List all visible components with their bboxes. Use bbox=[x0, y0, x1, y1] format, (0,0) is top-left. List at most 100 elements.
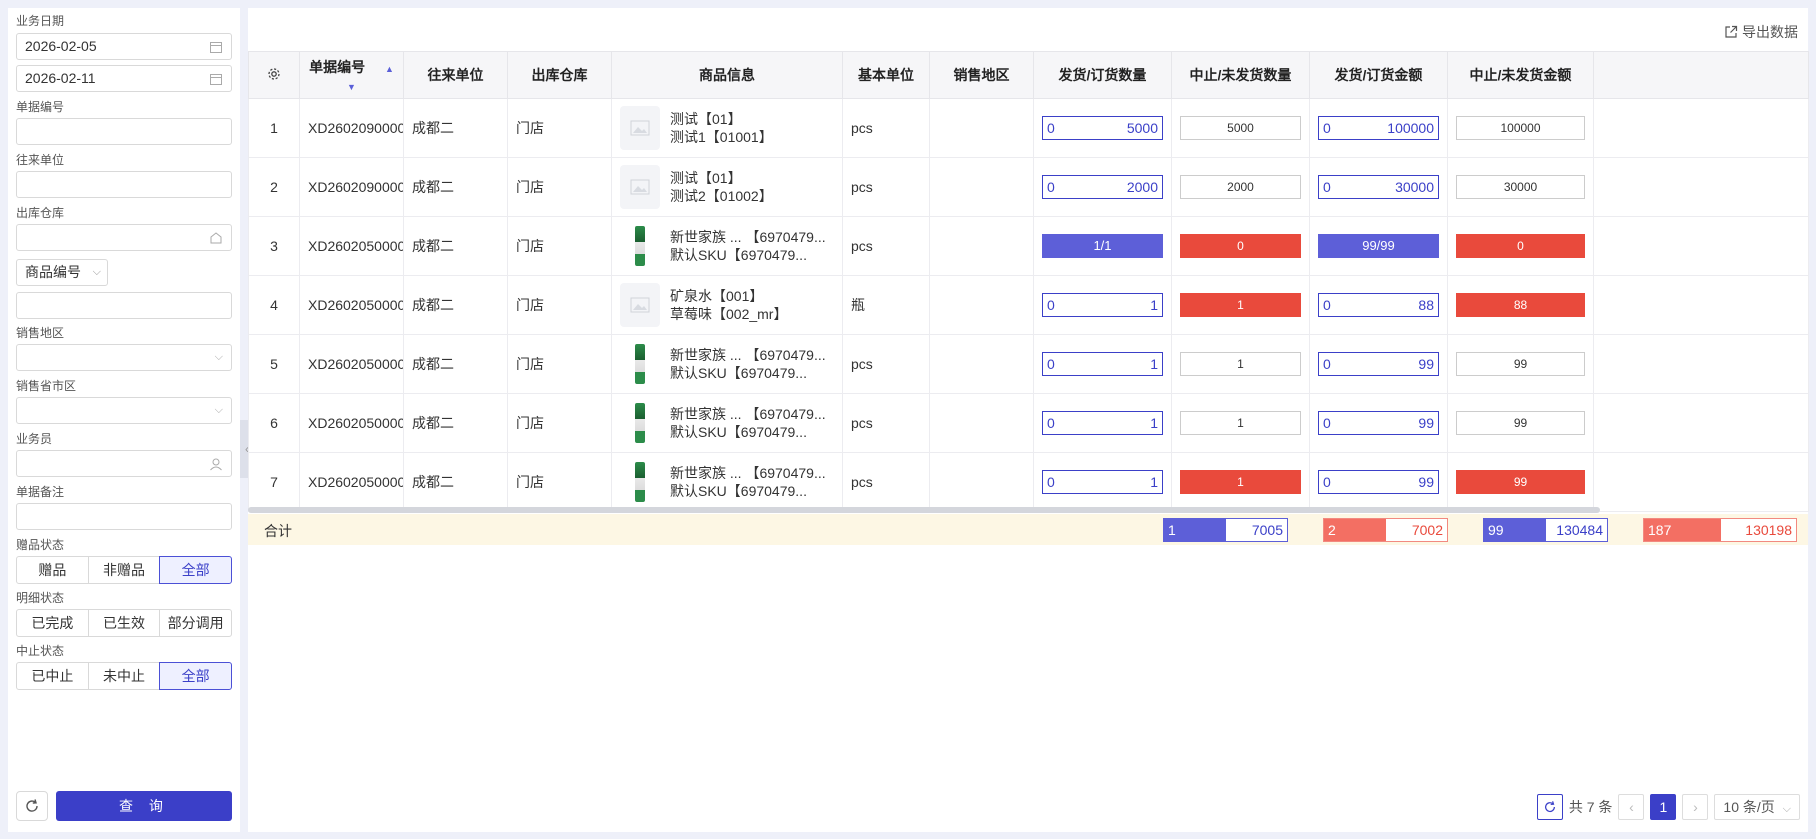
ship-qty-input[interactable]: 01 bbox=[1042, 411, 1163, 435]
product-cell: 测试【01】 测试2【01002】 bbox=[611, 157, 843, 217]
stop-amt-value: 100000 bbox=[1456, 116, 1585, 140]
stop-amt-value: 30000 bbox=[1456, 175, 1585, 199]
gift-option-all[interactable]: 全部 bbox=[159, 556, 233, 584]
shipped-amt: 0 bbox=[1323, 120, 1331, 136]
ship-amt-input[interactable]: 0 99 bbox=[1318, 411, 1439, 435]
query-button[interactable]: 查 询 bbox=[56, 791, 232, 821]
product-name: 新世家族 ... 【6970479... bbox=[670, 347, 826, 363]
ordered-qty: 1 bbox=[1150, 415, 1158, 431]
product-sku: 测试1【01001】 bbox=[670, 129, 773, 145]
ship-qty-input[interactable]: 01 bbox=[1042, 470, 1163, 494]
stop-option-notstopped[interactable]: 未中止 bbox=[87, 662, 161, 690]
total-shipped-amt: 99 bbox=[1484, 519, 1546, 541]
region-label: 销售地区 bbox=[16, 326, 65, 340]
image-placeholder-icon bbox=[620, 106, 660, 150]
detail-option-partial[interactable]: 部分调用 bbox=[159, 609, 233, 637]
gift-option-gift[interactable]: 赠品 bbox=[16, 556, 89, 584]
date-end-input[interactable]: 2026-02-11 bbox=[16, 65, 232, 92]
gift-option-nongift[interactable]: 非赠品 bbox=[87, 556, 161, 584]
page-button-current[interactable]: 1 bbox=[1650, 794, 1677, 820]
total-unshipped-amt: 130198 bbox=[1721, 519, 1796, 541]
col-ship-amt: 发货/订货金额 bbox=[1309, 51, 1448, 99]
stop-option-all[interactable]: 全部 bbox=[159, 662, 233, 690]
col-unit: 基本单位 bbox=[842, 51, 930, 99]
salesman-input[interactable] bbox=[16, 450, 232, 477]
partner-cell: 成都二 bbox=[403, 98, 508, 158]
region-cell bbox=[929, 98, 1034, 158]
ship-amt-input[interactable]: 0 99 bbox=[1318, 470, 1439, 494]
gear-icon bbox=[268, 67, 280, 80]
province-label: 销售省市区 bbox=[16, 379, 77, 393]
ship-amt-input[interactable]: 0 88 bbox=[1318, 293, 1439, 317]
stop-amt-value: 99 bbox=[1456, 411, 1585, 435]
partner-input[interactable] bbox=[16, 171, 232, 198]
ship-qty-input[interactable]: 01 bbox=[1042, 293, 1163, 317]
product-cell: 新世家族 ... 【6970479... 默认SKU【6970479... bbox=[611, 452, 843, 512]
stop-qty-value: 1 bbox=[1180, 470, 1301, 494]
ship-amt-input[interactable]: 0 30000 bbox=[1318, 175, 1439, 199]
totals-label: 合计 bbox=[264, 523, 292, 539]
partner-cell: 成都二 bbox=[403, 393, 508, 453]
export-button[interactable]: 导出数据 bbox=[1724, 22, 1798, 42]
more-cell bbox=[1593, 98, 1809, 158]
ship-amt-cell: 0 99 bbox=[1309, 393, 1448, 453]
table-row: 7 XD26020500001 成都二 门店 新世家族 ... 【6970479… bbox=[248, 452, 1809, 512]
product-image bbox=[635, 462, 645, 502]
stop-amt-cell: 99 bbox=[1447, 393, 1594, 453]
prev-page-button[interactable]: ‹ bbox=[1618, 794, 1645, 820]
shipped-qty: 0 bbox=[1047, 297, 1055, 313]
chevron-down-icon: ⌵ bbox=[214, 404, 223, 416]
ordered-qty: 1 bbox=[1150, 356, 1158, 372]
doc-no-link[interactable]: XD26020500003 bbox=[299, 334, 404, 394]
date-end-value: 2026-02-11 bbox=[25, 70, 96, 86]
filter-sidebar: 业务日期 2026-02-05 2026-02-11 单据编号 往来单位 出库仓… bbox=[8, 8, 240, 832]
product-cell: 矿泉水【001】 草莓味【002_mr】 bbox=[611, 275, 843, 335]
detail-status-group: 已完成 已生效 部分调用 bbox=[16, 609, 233, 637]
col-doc-no[interactable]: 单据编号 ▲ ▼ bbox=[299, 51, 404, 99]
warehouse-cell: 门店 bbox=[507, 98, 612, 158]
doc-no-input[interactable] bbox=[16, 118, 232, 145]
stop-label: 中止状态 bbox=[16, 644, 65, 658]
page-size-select[interactable]: 10 条/页 ⌵ bbox=[1714, 794, 1800, 820]
product-field-select[interactable]: 商品编号 ⌵ bbox=[16, 259, 108, 286]
unit-cell: pcs bbox=[842, 216, 930, 276]
province-select[interactable]: ⌵ bbox=[16, 397, 232, 424]
ship-amt-input[interactable]: 0 100000 bbox=[1318, 116, 1439, 140]
ship-qty-input[interactable]: 0 2000 bbox=[1042, 175, 1163, 199]
more-cell bbox=[1593, 275, 1809, 335]
total-ordered-qty: 7005 bbox=[1226, 519, 1287, 541]
doc-no-link[interactable]: XD26020500004 bbox=[299, 275, 404, 335]
product-input[interactable] bbox=[16, 292, 232, 319]
reset-button[interactable] bbox=[16, 791, 48, 821]
doc-no-link[interactable]: XD26020900002 bbox=[299, 98, 404, 158]
table-row: 4 XD26020500004 成都二 门店 矿泉水【001】 草莓味【002_m… bbox=[248, 275, 1809, 335]
region-select[interactable]: ⌵ bbox=[16, 344, 232, 371]
stop-qty-value: 1 bbox=[1180, 352, 1301, 376]
remark-input[interactable] bbox=[16, 503, 232, 530]
doc-no-link[interactable]: XD26020500001 bbox=[299, 452, 404, 512]
reload-button[interactable] bbox=[1536, 794, 1563, 820]
horizontal-scrollbar[interactable] bbox=[248, 507, 1600, 513]
ship-amt-input[interactable]: 0 99 bbox=[1318, 352, 1439, 376]
image-placeholder-icon bbox=[620, 283, 660, 327]
product-cell: 新世家族 ... 【6970479... 默认SKU【6970479... bbox=[611, 216, 843, 276]
ship-amt-cell: 0 99 bbox=[1309, 334, 1448, 394]
warehouse-input[interactable] bbox=[16, 224, 232, 251]
ship-qty-input[interactable]: 01 bbox=[1042, 352, 1163, 376]
row-index: 3 bbox=[248, 216, 300, 276]
shipped-qty: 0 bbox=[1047, 356, 1055, 372]
doc-no-link[interactable]: XD26020500002 bbox=[299, 393, 404, 453]
column-settings-button[interactable] bbox=[248, 51, 300, 99]
detail-option-active[interactable]: 已生效 bbox=[87, 609, 161, 637]
region-cell bbox=[929, 157, 1034, 217]
date-start-input[interactable]: 2026-02-05 bbox=[16, 33, 232, 60]
ship-qty-input[interactable]: 0 5000 bbox=[1042, 116, 1163, 140]
product-sku: 默认SKU【6970479... bbox=[670, 247, 807, 263]
doc-no-link[interactable]: XD26020500004 bbox=[299, 216, 404, 276]
next-page-button[interactable]: › bbox=[1682, 794, 1709, 820]
stop-option-stopped[interactable]: 已中止 bbox=[16, 662, 89, 690]
detail-option-done[interactable]: 已完成 bbox=[16, 609, 89, 637]
doc-no-link[interactable]: XD26020900002 bbox=[299, 157, 404, 217]
shipped-qty: 0 bbox=[1047, 415, 1055, 431]
row-index: 2 bbox=[248, 157, 300, 217]
